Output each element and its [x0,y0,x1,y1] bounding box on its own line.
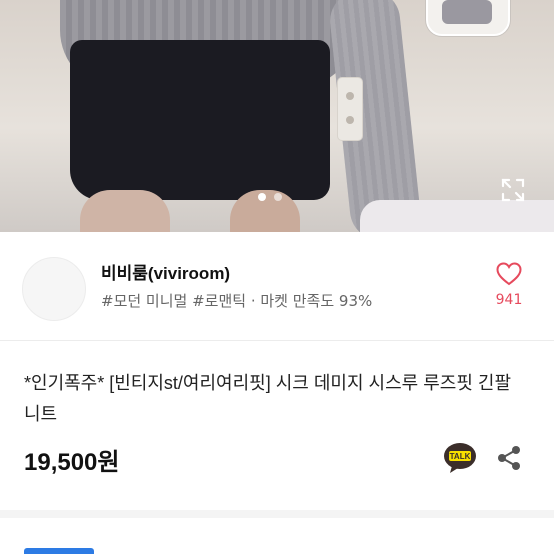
expand-icon[interactable] [501,178,525,202]
carousel-dot-active[interactable] [258,193,266,201]
share-icon[interactable] [496,445,522,471]
heart-icon[interactable] [496,262,522,286]
product-price: 19,500원 [24,449,120,476]
photo-leg [80,190,170,232]
photo-outlet [338,78,362,140]
like-count: 941 [495,292,523,308]
seller-name[interactable]: 비비룸(viviroom) [101,259,230,284]
photo-inset-thumbnail [426,0,510,36]
product-title: *인기폭주* [빈티지st/여리여리핏] 시크 데미지 시스루 루즈핏 긴팔 니… [24,373,512,424]
seller-tags: #모던 미니멀 #로맨틱 · 마켓 만족도 93% [101,292,373,310]
photo-skirt [70,40,330,200]
svg-text:TALK: TALK [450,452,471,461]
next-section-tab[interactable] [24,546,104,554]
carousel-indicator [258,193,282,201]
divider [0,340,554,341]
carousel-dot[interactable] [274,193,282,201]
product-image[interactable] [0,0,554,232]
photo-bed [360,200,554,232]
seller-avatar[interactable] [22,257,86,321]
section-divider [0,510,554,518]
kakaotalk-icon[interactable]: TALK [443,442,477,474]
